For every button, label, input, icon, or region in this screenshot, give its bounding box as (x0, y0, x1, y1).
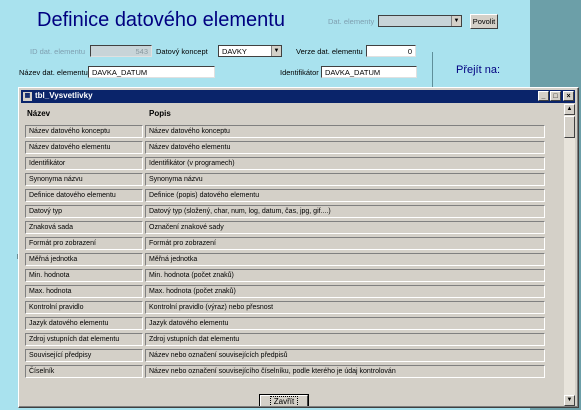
row-name-cell[interactable]: Identifikátor (25, 157, 143, 170)
table-icon: ▦ (23, 92, 32, 101)
row-name-cell[interactable]: Synonyma názvu (25, 173, 143, 186)
row-desc-cell[interactable]: Synonyma názvu (145, 173, 545, 186)
row-name-cell[interactable]: Znaková sada (25, 221, 143, 234)
divider (432, 52, 433, 92)
row-name-cell[interactable]: Jazyk datového elementu (25, 317, 143, 330)
version-label: Verze dat. elementu (296, 47, 363, 56)
row-name-cell[interactable]: Formát pro zobrazení (25, 237, 143, 250)
row-name-cell[interactable]: Max. hodnota (25, 285, 143, 298)
table-row[interactable]: Související předpisy Název nebo označení … (21, 348, 563, 363)
row-desc-cell[interactable]: Zdroj vstupních dat elementu (145, 333, 545, 346)
table-row[interactable]: Měřná jednotka Měřná jednotka (21, 252, 563, 267)
table-row[interactable]: Kontrolní pravidlo Kontrolní pravidlo (vý… (21, 300, 563, 315)
arrow-up-icon[interactable]: ▲ (564, 104, 575, 115)
povolit-button[interactable]: Povolit (470, 14, 498, 29)
table-row[interactable]: Formát pro zobrazení Formát pro zobrazení (21, 236, 563, 251)
identifier-field[interactable]: DAVKA_DATUM (321, 66, 417, 78)
row-name-cell[interactable]: Číselník (25, 365, 143, 378)
table-row[interactable]: Název datového konceptu Název datového ko… (21, 124, 563, 139)
form-title: Definice datového elementu (37, 9, 285, 31)
concept-select[interactable]: DAVKY ▼ (218, 45, 282, 57)
table-row[interactable]: Jazyk datového elementu Jazyk datového el… (21, 316, 563, 331)
row-desc-cell[interactable]: Definice (popis) datového elementu (145, 189, 545, 202)
table-row[interactable]: Zdroj vstupních dat elementu Zdroj vstupn… (21, 332, 563, 347)
zavrit-button[interactable]: Zavřít (260, 395, 308, 406)
arrow-down-icon[interactable]: ▼ (564, 395, 575, 406)
name-label: Název dat. elementu (19, 68, 88, 77)
vysvetlivky-window[interactable]: ▦ tbl_Vysvetlivky _ □ × Název Popis Náze… (18, 87, 579, 408)
minimize-button[interactable]: _ (538, 91, 549, 101)
row-desc-cell[interactable]: Název datového elementu (145, 141, 545, 154)
table-row[interactable]: Synonyma názvu Synonyma názvu (21, 172, 563, 187)
row-desc-cell[interactable]: Kontrolní pravidlo (výraz) nebo přesnost (145, 301, 545, 314)
table-row[interactable]: Datový typ Datový typ (složený, char, num… (21, 204, 563, 219)
dat-elementy-label: Dat. elementy (328, 17, 375, 26)
row-name-cell[interactable]: Kontrolní pravidlo (25, 301, 143, 314)
row-desc-cell[interactable]: Min. hodnota (počet znaků) (145, 269, 545, 282)
concept-label: Datový koncept (156, 47, 208, 56)
maximize-button[interactable]: □ (550, 91, 561, 101)
identifier-label: Identifikátor (280, 68, 319, 77)
row-name-cell[interactable]: Zdroj vstupních dat elementu (25, 333, 143, 346)
table-row[interactable]: Název datového elementu Název datového el… (21, 140, 563, 155)
jump-label: Přejít na: (456, 64, 501, 76)
table-row[interactable]: Číselník Název nebo označení souvisejícíh… (21, 364, 563, 379)
row-name-cell[interactable]: Název datového elementu (25, 141, 143, 154)
vertical-scrollbar[interactable]: ▲ ▼ (564, 104, 575, 406)
column-header-name: Název (27, 109, 51, 118)
name-field[interactable]: DAVKA_DATUM (88, 66, 215, 78)
row-desc-cell[interactable]: Max. hodnota (počet znaků) (145, 285, 545, 298)
close-window-button[interactable]: × (563, 91, 574, 101)
id-field[interactable]: 543 (90, 45, 152, 57)
table-row[interactable]: Min. hodnota Min. hodnota (počet znaků) (21, 268, 563, 283)
row-desc-cell[interactable]: Název nebo označení souvisejících předpi… (145, 349, 545, 362)
table-row[interactable]: Definice datového elementu Definice (popi… (21, 188, 563, 203)
row-desc-cell[interactable]: Název nebo označení souvisejícího číseln… (145, 365, 545, 378)
scroll-thumb[interactable] (564, 116, 575, 138)
row-desc-cell[interactable]: Jazyk datového elementu (145, 317, 545, 330)
table-area: Název Popis Název datového konceptu Název… (21, 104, 563, 406)
window-title: tbl_Vysvetlivky (35, 91, 93, 100)
column-header-desc: Popis (149, 109, 171, 118)
row-name-cell[interactable]: Datový typ (25, 205, 143, 218)
window-titlebar[interactable]: ▦ tbl_Vysvetlivky _ □ × (21, 90, 575, 103)
table-row[interactable]: Max. hodnota Max. hodnota (počet znaků) (21, 284, 563, 299)
row-desc-cell[interactable]: Formát pro zobrazení (145, 237, 545, 250)
row-desc-cell[interactable]: Název datového konceptu (145, 125, 545, 138)
table-row[interactable]: Znaková sada Označení znakové sady (21, 220, 563, 235)
row-name-cell[interactable]: Související předpisy (25, 349, 143, 362)
row-desc-cell[interactable]: Označení znakové sady (145, 221, 545, 234)
row-desc-cell[interactable]: Identifikátor (v programech) (145, 157, 545, 170)
row-name-cell[interactable]: Měřná jednotka (25, 253, 143, 266)
id-label: ID dat. elementu (30, 47, 86, 56)
table-row[interactable]: Identifikátor Identifikátor (v programech… (21, 156, 563, 171)
row-desc-cell[interactable]: Měřná jednotka (145, 253, 545, 266)
row-name-cell[interactable]: Definice datového elementu (25, 189, 143, 202)
dat-elementy-select[interactable]: ▼ (378, 15, 462, 27)
row-desc-cell[interactable]: Datový typ (složený, char, num, log, dat… (145, 205, 545, 218)
version-field[interactable]: 0 (366, 45, 416, 57)
row-name-cell[interactable]: Název datového konceptu (25, 125, 143, 138)
chevron-down-icon: ▼ (451, 16, 461, 26)
row-name-cell[interactable]: Min. hodnota (25, 269, 143, 282)
chevron-down-icon: ▼ (271, 46, 281, 56)
